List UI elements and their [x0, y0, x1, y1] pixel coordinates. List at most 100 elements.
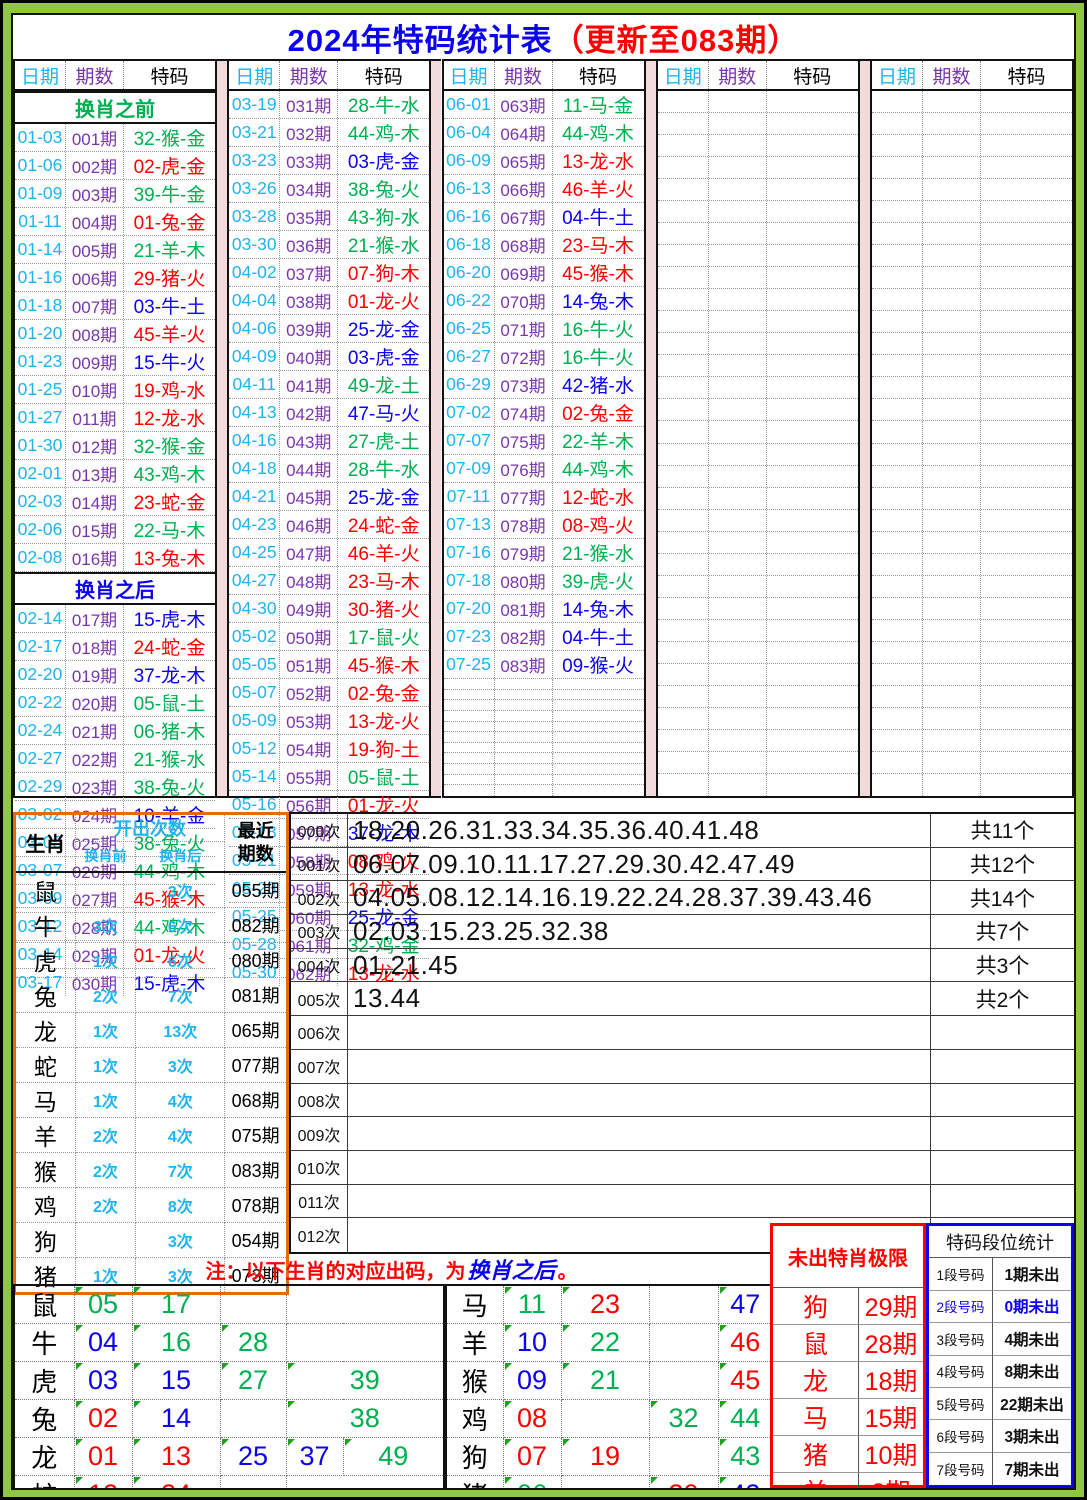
- result-date: 01-06: [17, 155, 63, 175]
- result-date: [658, 576, 708, 597]
- results-row: 03-21 032期 44-鸡-木: [229, 119, 430, 147]
- result-date: [872, 245, 922, 266]
- frequency-count: [930, 1150, 1074, 1185]
- zodiac-code-cell: 10: [502, 1323, 562, 1362]
- results-row: [657, 729, 858, 752]
- result-date: 03-30: [231, 234, 277, 254]
- frequency-numbers: 01.21.45: [348, 949, 930, 983]
- result-period: 051期: [279, 651, 339, 678]
- zodiac-name: 鸡: [445, 1399, 504, 1438]
- result-period: [922, 333, 981, 355]
- results-header-row: 日期 期数 特码: [229, 61, 430, 91]
- segment-stats-box: 特码段位统计 1段号码 1期未出 2段号码 0期未出 3段号码 4期未出 4段号码 8期未出 5…: [926, 1223, 1074, 1488]
- result-code: [767, 510, 858, 531]
- result-period: [922, 135, 981, 157]
- results-header-date: 日期: [235, 66, 274, 88]
- frequency-count: 共3个: [930, 948, 1074, 983]
- result-code: [767, 267, 858, 288]
- result-code: 03-虎-金: [347, 152, 420, 173]
- stats-recent-period: 081期: [224, 976, 288, 1013]
- result-period: 032期: [279, 119, 339, 146]
- result-code: [767, 311, 858, 332]
- zodiac-code-cell: 12: [73, 1475, 133, 1488]
- zodiac-stats-row: 鼠 3次 055期: [14, 871, 288, 908]
- result-date: [658, 730, 708, 751]
- result-code: [981, 576, 1072, 597]
- zodiac-name: 猴: [445, 1361, 504, 1400]
- segment-label: 4段号码: [929, 1355, 993, 1388]
- result-period: [493, 721, 553, 732]
- zodiac-code-cell: 28: [219, 1323, 287, 1362]
- result-date: 06-16: [446, 206, 491, 226]
- result-code: 03-牛-土: [133, 297, 206, 318]
- result-period: [922, 157, 981, 179]
- results-row: 02-08 016期 13-兔-木: [15, 544, 215, 572]
- zodiac-stats-row: 龙 1次 13次 065期: [14, 1011, 288, 1048]
- frequency-numbers: 18.20.26.31.33.34.35.36.40.41.48: [348, 814, 930, 848]
- result-code: [981, 730, 1072, 751]
- result-code: [767, 576, 858, 597]
- missing-zodiac-periods: 28期: [859, 1325, 923, 1362]
- missing-zodiac-name: 羊: [773, 1473, 859, 1488]
- results-row: [657, 465, 858, 488]
- result-code: 05-鼠-土: [347, 768, 420, 789]
- result-period: [707, 311, 767, 333]
- zodiac-code-cell: 39: [285, 1361, 445, 1400]
- zodiac-code-cell: [560, 1475, 650, 1488]
- result-date: 01-18: [17, 295, 63, 315]
- segment-label: 2段号码: [929, 1290, 993, 1324]
- results-header-code: 特码: [150, 66, 189, 88]
- result-code: [767, 355, 858, 376]
- result-code: 17-鼠-火: [347, 628, 420, 649]
- result-period: 074期: [493, 399, 553, 426]
- result-period: 064期: [493, 119, 553, 146]
- frequency-label: 005次: [291, 982, 348, 1017]
- result-period: [493, 764, 553, 774]
- result-date: 06-01: [446, 94, 491, 114]
- result-period: [922, 223, 981, 245]
- result-date: 01-20: [17, 323, 63, 343]
- result-code: 23-马-木: [562, 236, 634, 257]
- results-row: [872, 223, 1072, 246]
- result-date: [872, 267, 922, 288]
- result-code: [981, 554, 1072, 575]
- result-code: 39-牛-金: [133, 185, 206, 206]
- result-code: 19-鸡-水: [133, 381, 206, 402]
- zodiac-stats-row: 虎 1次 6次 080期: [14, 941, 288, 978]
- result-period: [922, 641, 981, 663]
- results-row: 05-07 052期 02-兔-金: [229, 679, 430, 707]
- frequency-label: 008次: [291, 1083, 348, 1118]
- result-period: [922, 663, 981, 685]
- results-row: 01-27 011期 12-龙-水: [15, 404, 215, 432]
- result-period: 038期: [279, 287, 339, 314]
- missing-zodiac-name: 狗: [773, 1288, 859, 1325]
- results-row: 01-23 009期 15-牛-火: [15, 348, 215, 376]
- stats-recent-period: 068期: [224, 1081, 288, 1118]
- result-period: [493, 785, 553, 796]
- result-code: 09-猴-火: [562, 656, 634, 677]
- result-period: 020期: [65, 689, 124, 716]
- results-row: [657, 663, 858, 686]
- result-code: [553, 743, 644, 753]
- results-row: 02-14 017期 15-虎-木: [15, 605, 215, 633]
- result-code: [767, 444, 858, 465]
- result-code: 46-羊-火: [347, 544, 420, 565]
- result-period: 009期: [65, 348, 124, 375]
- result-date: [872, 179, 922, 200]
- results-column-group: 日期 期数 特码 03-19 031期 28-牛-水 03-21 032期 44-鸡-木 03-2…: [227, 59, 432, 986]
- zodiac-code-cell: 15: [131, 1361, 221, 1400]
- result-period: 041期: [279, 371, 339, 398]
- results-row: [657, 179, 858, 202]
- zodiac-code-cell: 45: [717, 1361, 774, 1400]
- result-date: 07-13: [446, 514, 491, 534]
- result-period: [707, 773, 767, 796]
- zodiac-code-cell: [560, 1399, 650, 1438]
- stats-count-before: 2次: [74, 976, 137, 1013]
- results-row: [443, 721, 644, 733]
- result-date: 06-22: [446, 290, 491, 310]
- result-date: [658, 642, 708, 663]
- result-date: [444, 679, 494, 689]
- result-date: 07-23: [446, 626, 491, 646]
- zodiac-stats-row: 狗 3次 054期: [14, 1221, 288, 1258]
- result-code: [981, 642, 1072, 663]
